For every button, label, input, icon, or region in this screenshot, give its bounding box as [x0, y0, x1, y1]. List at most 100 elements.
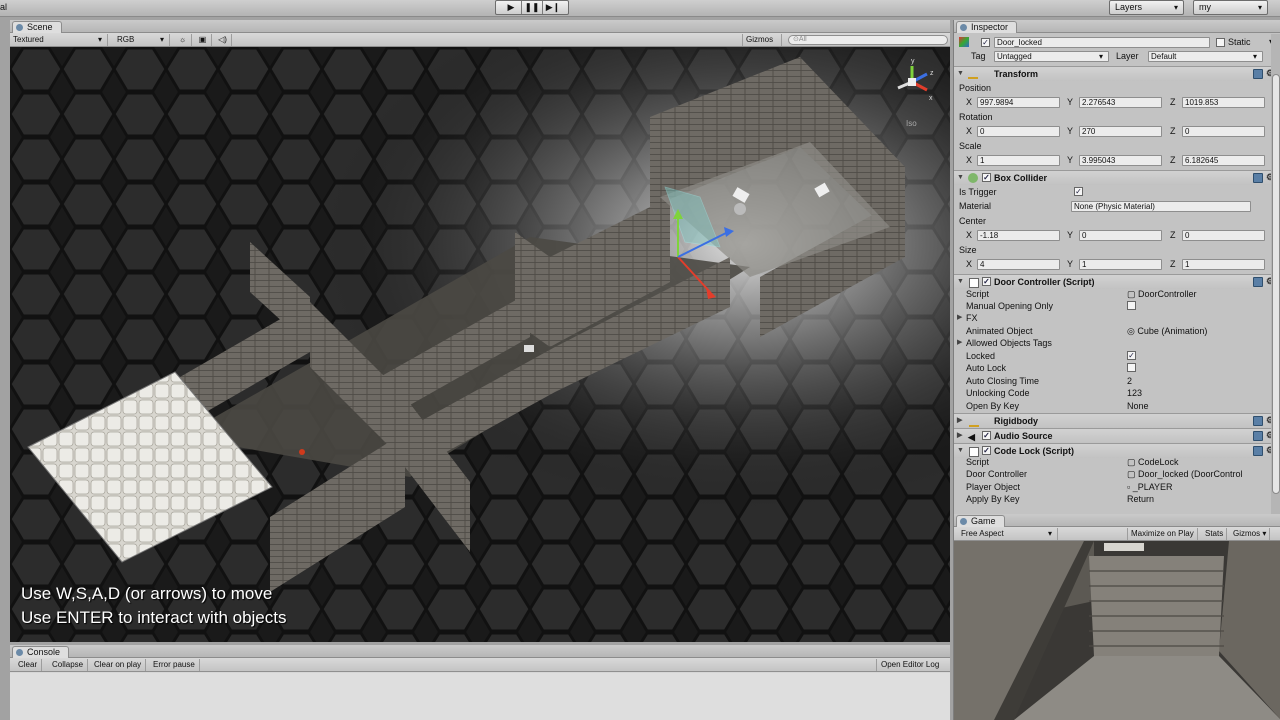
- speaker-icon: ◀: [968, 432, 975, 442]
- center-y-field[interactable]: 0: [1079, 230, 1162, 241]
- inspector-scrollbar[interactable]: [1271, 34, 1280, 514]
- maximize-on-play-toggle[interactable]: Maximize on Play: [1127, 528, 1198, 540]
- position-z-field[interactable]: 1019.853: [1182, 97, 1265, 108]
- door-controller-enabled-checkbox[interactable]: ✓: [982, 277, 991, 286]
- help-book-icon[interactable]: [1253, 173, 1263, 183]
- auto-closing-value[interactable]: 2: [1127, 375, 1132, 387]
- draw-mode-dropdown[interactable]: Textured: [10, 34, 108, 46]
- layers-dropdown[interactable]: Layers: [1109, 0, 1184, 15]
- expand-arrow-icon[interactable]: ▶: [957, 429, 962, 443]
- player-object-value[interactable]: ▫ _PLAYER: [1127, 481, 1173, 493]
- collapse-button[interactable]: Collapse: [48, 659, 89, 671]
- apply-by-key-dropdown[interactable]: Return: [1127, 493, 1154, 505]
- help-book-icon[interactable]: [1253, 277, 1263, 287]
- expand-arrow-icon[interactable]: ▶: [957, 414, 962, 428]
- position-x-field[interactable]: 997.9894: [977, 97, 1060, 108]
- open-by-key-dropdown[interactable]: None: [1127, 400, 1149, 412]
- tab-game[interactable]: Game: [956, 515, 1005, 527]
- rotation-z-field[interactable]: 0: [1182, 126, 1265, 137]
- collapse-arrow-icon[interactable]: ▼: [957, 171, 964, 185]
- auto-closing-label: Auto Closing Time: [966, 376, 1040, 386]
- locked-checkbox[interactable]: ✓: [1127, 351, 1136, 360]
- active-checkbox[interactable]: ✓: [981, 38, 990, 47]
- x-label: X: [966, 126, 973, 136]
- play-icon[interactable]: ▶: [501, 1, 522, 14]
- dc-script-value[interactable]: ▢ DoorController: [1127, 288, 1197, 300]
- layer-dropdown[interactable]: Default: [1148, 51, 1263, 62]
- fx-expand-icon[interactable]: ▶: [957, 312, 962, 324]
- box-collider-header[interactable]: ▼ ✓ Box Collider ⚙: [954, 170, 1280, 185]
- stats-toggle[interactable]: Stats: [1202, 528, 1228, 540]
- sun-icon[interactable]: ☼: [174, 34, 192, 46]
- tag-layer-row: Tag Untagged Layer Default: [954, 50, 1280, 63]
- fx-row[interactable]: ▶ FX: [954, 312, 1280, 325]
- console-toolbar: Clear Collapse Clear on play Error pause…: [10, 658, 950, 672]
- animated-object-value[interactable]: ◎ Cube (Animation): [1127, 325, 1207, 337]
- game-view-render[interactable]: [954, 541, 1280, 720]
- rotation-x-field[interactable]: 0: [977, 126, 1060, 137]
- scale-x-field[interactable]: 1: [977, 155, 1060, 166]
- animated-object-name: Cube (Animation): [1137, 326, 1208, 336]
- clear-button[interactable]: Clear: [14, 659, 43, 671]
- scale-z-field[interactable]: 6.182645: [1182, 155, 1265, 166]
- size-y-field[interactable]: 1: [1079, 259, 1162, 270]
- gizmos-dropdown[interactable]: Gizmos ▾: [742, 34, 782, 55]
- position-row: X 997.9894 Y 2.276543 Z 1019.853: [954, 96, 1280, 109]
- is-trigger-checkbox[interactable]: ✓: [1074, 187, 1083, 196]
- step-icon[interactable]: ▶❙: [543, 1, 563, 14]
- tab-console[interactable]: Console: [12, 646, 70, 658]
- scrollbar-thumb[interactable]: [1272, 74, 1280, 494]
- help-book-icon[interactable]: [1253, 431, 1263, 441]
- console-log-area[interactable]: [10, 673, 950, 720]
- collapse-arrow-icon[interactable]: ▼: [957, 275, 964, 289]
- box-collider-enabled-checkbox[interactable]: ✓: [982, 173, 991, 182]
- render-mode-dropdown[interactable]: RGB: [114, 34, 170, 46]
- aspect-dropdown[interactable]: Free Aspect: [958, 528, 1058, 540]
- open-editor-log-button[interactable]: Open Editor Log: [876, 659, 943, 671]
- pause-icon[interactable]: ❚❚: [522, 1, 543, 14]
- material-field[interactable]: None (Physic Material): [1071, 201, 1251, 212]
- tag-dropdown[interactable]: Untagged: [994, 51, 1109, 62]
- audio-icon[interactable]: ◁): [214, 34, 232, 46]
- error-pause-button[interactable]: Error pause: [149, 659, 200, 671]
- static-checkbox[interactable]: [1216, 38, 1225, 47]
- help-book-icon[interactable]: [1253, 69, 1263, 79]
- collapse-arrow-icon[interactable]: ▼: [957, 67, 964, 81]
- unlocking-code-value[interactable]: 123: [1127, 387, 1142, 399]
- tab-scene[interactable]: Scene: [12, 21, 62, 33]
- size-z-field[interactable]: 1: [1182, 259, 1265, 270]
- door-controller-header[interactable]: ▼ ✓ Door Controller (Script) ⚙: [954, 274, 1280, 289]
- svg-text:z: z: [930, 70, 934, 77]
- scale-y-field[interactable]: 3.995043: [1079, 155, 1162, 166]
- help-book-icon[interactable]: [1253, 446, 1263, 456]
- layout-dropdown[interactable]: my: [1193, 0, 1268, 15]
- rigidbody-header[interactable]: ▶ Rigidbody ⚙: [954, 413, 1280, 428]
- scene-search-input[interactable]: ⊙All: [788, 35, 948, 45]
- object-name-field[interactable]: Door_locked: [994, 37, 1210, 48]
- is-trigger-label: Is Trigger: [959, 187, 997, 197]
- manual-opening-checkbox[interactable]: [1127, 301, 1136, 310]
- allowed-tags-row[interactable]: ▶ Allowed Objects Tags: [954, 337, 1280, 350]
- allowed-tags-expand-icon[interactable]: ▶: [957, 337, 962, 349]
- cl-script-value[interactable]: ▢ CodeLock: [1127, 456, 1179, 468]
- image-icon[interactable]: ▣: [194, 34, 212, 46]
- size-x-field[interactable]: 4: [977, 259, 1060, 270]
- tab-inspector[interactable]: Inspector: [956, 21, 1018, 33]
- rotation-y-field[interactable]: 270: [1079, 126, 1162, 137]
- transform-header[interactable]: ▼ Transform ⚙: [954, 66, 1280, 81]
- persp-label[interactable]: Iso: [906, 119, 917, 128]
- position-y-field[interactable]: 2.276543: [1079, 97, 1162, 108]
- auto-lock-label: Auto Lock: [966, 363, 1007, 373]
- audio-source-header[interactable]: ▶ ◀ ✓ Audio Source ⚙: [954, 428, 1280, 443]
- audio-source-enabled-checkbox[interactable]: ✓: [982, 431, 991, 440]
- center-x-field[interactable]: -1.18: [977, 230, 1060, 241]
- center-z-field[interactable]: 0: [1182, 230, 1265, 241]
- scene-viewport[interactable]: y z x Iso Use W,S,A,D (or arrows) to mov…: [10, 47, 950, 642]
- cl-door-controller-value[interactable]: ▢ Door_locked (DoorControl: [1127, 468, 1257, 480]
- auto-lock-checkbox[interactable]: [1127, 363, 1136, 372]
- game-gizmos-dropdown[interactable]: Gizmos ▾: [1230, 528, 1271, 540]
- help-book-icon[interactable]: [1253, 416, 1263, 426]
- clear-on-play-button[interactable]: Clear on play: [90, 659, 147, 671]
- audio-source-title: Audio Source: [994, 431, 1053, 441]
- code-lock-enabled-checkbox[interactable]: ✓: [982, 446, 991, 455]
